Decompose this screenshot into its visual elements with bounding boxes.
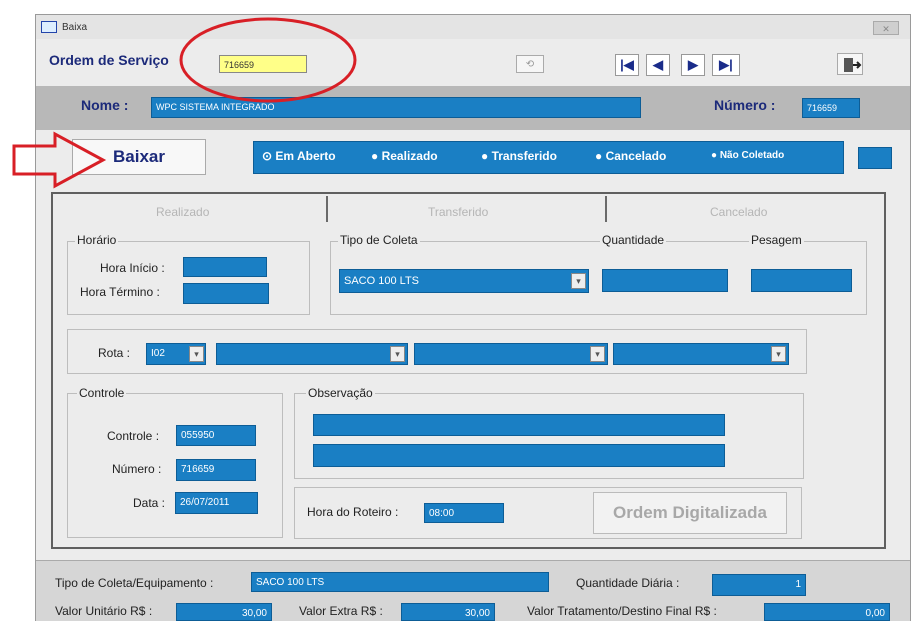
annotation-red-ellipse [179, 17, 357, 103]
annotation-red-arrow [12, 131, 107, 189]
annotation-overlay [12, 17, 357, 189]
